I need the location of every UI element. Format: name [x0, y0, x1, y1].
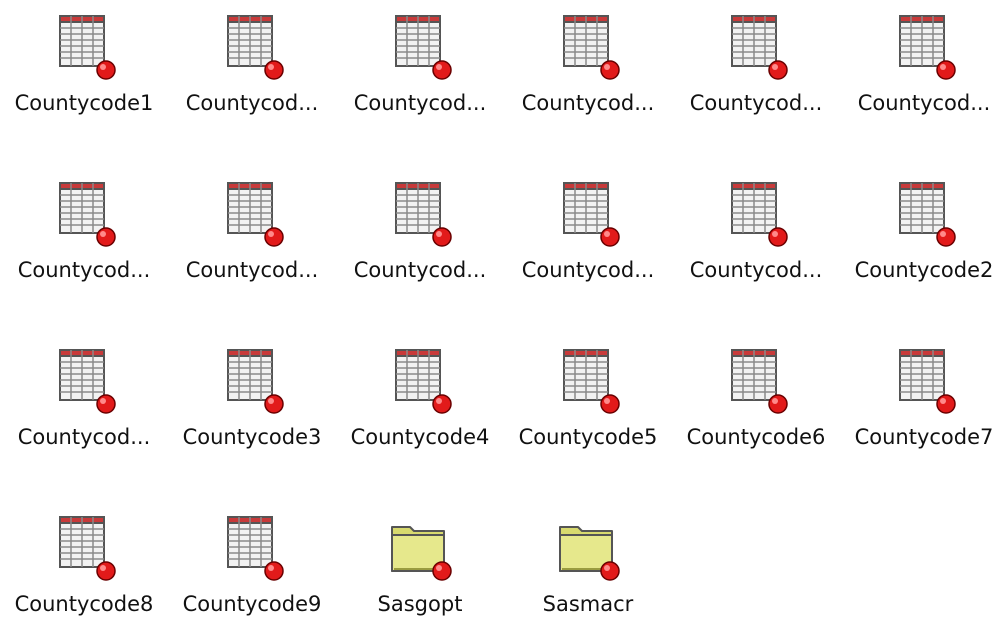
file-label: Countycod... — [689, 258, 823, 282]
sas-dataset-icon — [888, 346, 960, 418]
file-label: Countycod... — [689, 91, 823, 115]
sas-dataset-icon — [384, 179, 456, 251]
sas-dataset-icon — [888, 12, 960, 84]
dataset-file-item[interactable]: Countycode2 — [840, 167, 1008, 297]
dataset-file-item[interactable]: Countycode1 — [0, 0, 168, 130]
file-label: Countycode4 — [350, 425, 490, 449]
catalog-folder-item[interactable]: Sasgopt — [336, 501, 504, 631]
file-label: Countycode3 — [182, 425, 322, 449]
sas-dataset-icon — [552, 12, 624, 84]
file-label: Countycode1 — [14, 91, 154, 115]
file-label: Countycod... — [857, 91, 991, 115]
sas-dataset-icon — [384, 346, 456, 418]
file-label: Countycod... — [17, 425, 151, 449]
file-label: Countycode7 — [854, 425, 994, 449]
dataset-file-item[interactable]: Countycod... — [504, 167, 672, 297]
sas-dataset-icon — [216, 12, 288, 84]
dataset-file-item[interactable]: Countycod... — [336, 0, 504, 130]
dataset-file-item[interactable]: Countycode4 — [336, 334, 504, 464]
file-label: Sasgopt — [377, 592, 463, 616]
file-label: Countycode5 — [518, 425, 658, 449]
dataset-file-item[interactable]: Countycod... — [0, 334, 168, 464]
file-label: Countycode6 — [686, 425, 826, 449]
file-label: Sasmacr — [542, 592, 634, 616]
dataset-file-item[interactable]: Countycode8 — [0, 501, 168, 631]
file-label: Countycod... — [185, 258, 319, 282]
dataset-file-item[interactable]: Countycode6 — [672, 334, 840, 464]
sas-dataset-icon — [48, 179, 120, 251]
file-label: Countycode2 — [854, 258, 994, 282]
sas-catalog-folder-icon — [384, 513, 456, 585]
sas-dataset-icon — [384, 12, 456, 84]
file-label: Countycode9 — [182, 592, 322, 616]
sas-dataset-icon — [552, 346, 624, 418]
sas-dataset-icon — [552, 179, 624, 251]
sas-dataset-icon — [48, 513, 120, 585]
dataset-file-item[interactable]: Countycod... — [504, 0, 672, 130]
file-label: Countycode8 — [14, 592, 154, 616]
sas-dataset-icon — [216, 179, 288, 251]
file-icon-grid: Countycode1 Countycod... Countycod... Co… — [0, 0, 1008, 624]
sas-dataset-icon — [720, 179, 792, 251]
sas-dataset-icon — [216, 513, 288, 585]
sas-dataset-icon — [720, 346, 792, 418]
dataset-file-item[interactable]: Countycod... — [168, 0, 336, 130]
file-label: Countycod... — [185, 91, 319, 115]
dataset-file-item[interactable]: Countycod... — [840, 0, 1008, 130]
sas-dataset-icon — [720, 12, 792, 84]
sas-dataset-icon — [216, 346, 288, 418]
file-label: Countycod... — [353, 91, 487, 115]
dataset-file-item[interactable]: Countycode3 — [168, 334, 336, 464]
file-label: Countycod... — [521, 258, 655, 282]
dataset-file-item[interactable]: Countycode9 — [168, 501, 336, 631]
sas-catalog-folder-icon — [552, 513, 624, 585]
dataset-file-item[interactable]: Countycode5 — [504, 334, 672, 464]
sas-dataset-icon — [888, 179, 960, 251]
dataset-file-item[interactable]: Countycod... — [168, 167, 336, 297]
sas-dataset-icon — [48, 346, 120, 418]
file-label: Countycod... — [353, 258, 487, 282]
dataset-file-item[interactable]: Countycod... — [672, 0, 840, 130]
file-label: Countycod... — [521, 91, 655, 115]
dataset-file-item[interactable]: Countycod... — [0, 167, 168, 297]
dataset-file-item[interactable]: Countycode7 — [840, 334, 1008, 464]
sas-dataset-icon — [48, 12, 120, 84]
file-label: Countycod... — [17, 258, 151, 282]
dataset-file-item[interactable]: Countycod... — [672, 167, 840, 297]
dataset-file-item[interactable]: Countycod... — [336, 167, 504, 297]
catalog-folder-item[interactable]: Sasmacr — [504, 501, 672, 631]
